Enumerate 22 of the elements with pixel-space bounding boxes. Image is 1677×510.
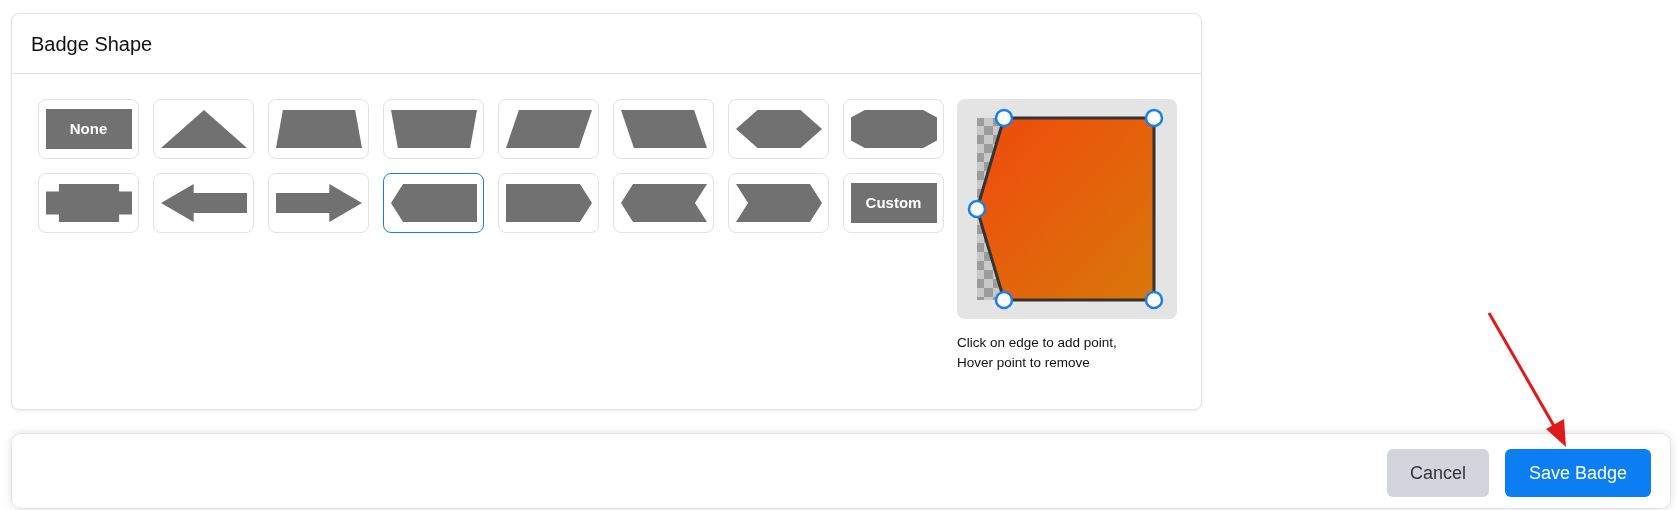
shape-icon bbox=[160, 110, 247, 148]
shape-option[interactable]: Custom bbox=[843, 173, 944, 233]
shape-icon bbox=[505, 110, 592, 148]
shape-icon bbox=[160, 184, 247, 222]
shape-option[interactable] bbox=[383, 173, 484, 233]
shape-icon bbox=[390, 110, 477, 148]
shape-icon bbox=[275, 110, 362, 148]
shape-icon bbox=[620, 184, 707, 222]
shape-icon bbox=[275, 184, 362, 222]
shape-icon bbox=[735, 110, 822, 148]
shape-icon bbox=[850, 110, 937, 148]
shape-icon bbox=[620, 110, 707, 148]
shape-icon bbox=[735, 184, 822, 222]
shape-icon bbox=[390, 184, 477, 222]
shape-editor-drawing[interactable] bbox=[957, 99, 1177, 319]
save-button[interactable]: Save Badge bbox=[1505, 449, 1651, 497]
shape-icon bbox=[45, 184, 132, 222]
cancel-button[interactable]: Cancel bbox=[1387, 449, 1489, 497]
shape-icon bbox=[505, 184, 592, 222]
hint-text: Click on edge to add point, Hover point to remove bbox=[957, 334, 1118, 372]
panel-title: Badge Shape bbox=[31, 32, 154, 57]
shape-option[interactable]: None bbox=[38, 99, 139, 159]
